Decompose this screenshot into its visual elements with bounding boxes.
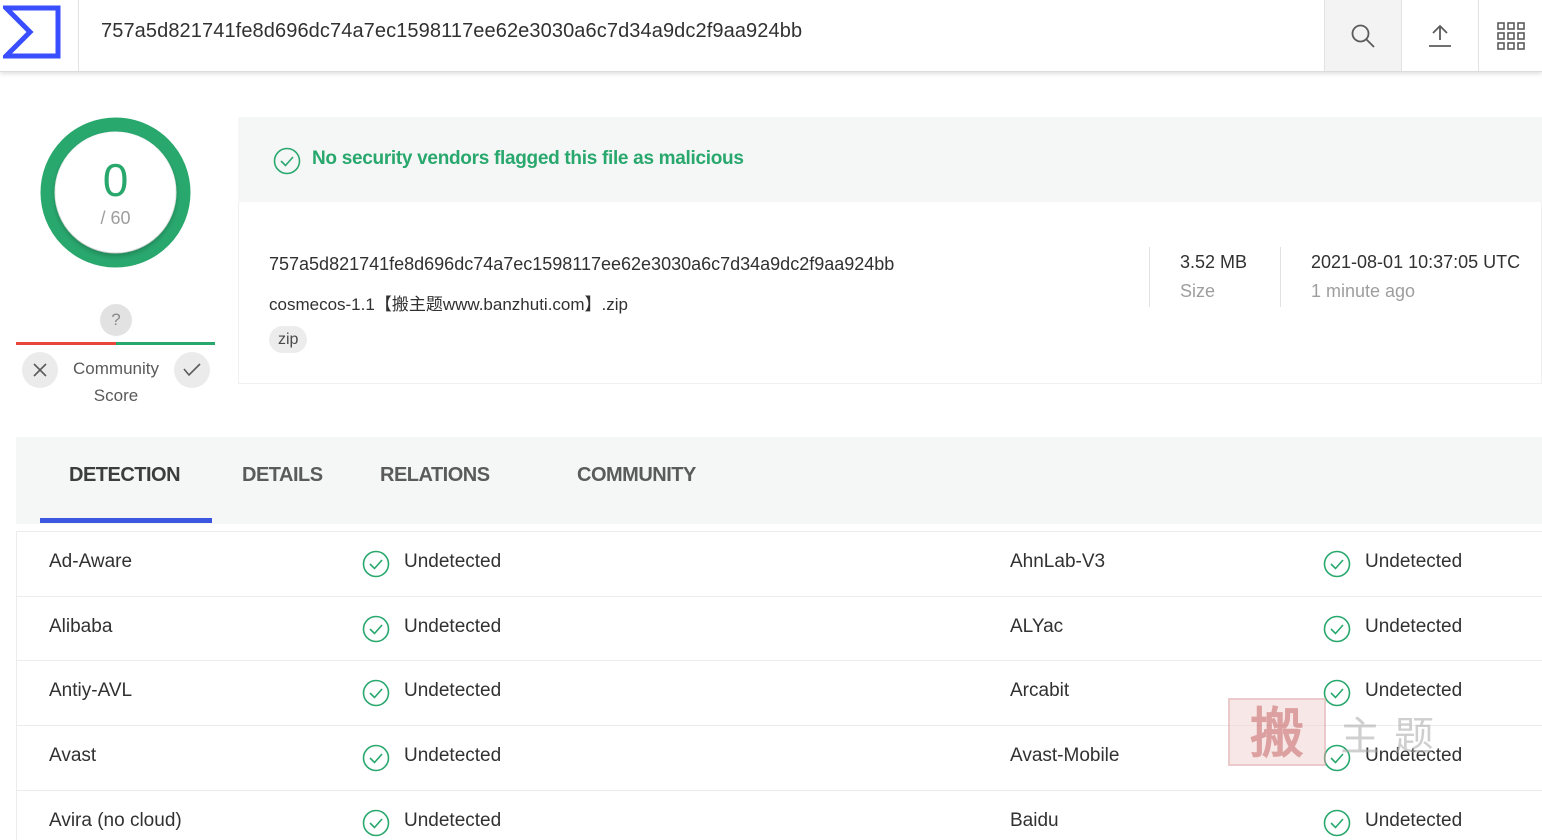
upload-button[interactable] xyxy=(1401,0,1478,71)
check-circle-icon xyxy=(362,809,390,840)
check-circle-icon xyxy=(362,744,390,777)
engine-result: Undetected xyxy=(404,810,502,831)
logo-link[interactable] xyxy=(0,0,79,71)
community-label-line2: Score xyxy=(93,386,139,405)
verdict-message: No security vendors flagged this file as… xyxy=(312,148,744,169)
apps-grid-icon xyxy=(1496,21,1525,50)
community-label-line1: Community xyxy=(73,359,159,378)
engine-name: Arcabit xyxy=(1010,680,1070,701)
scan-date-relative: 1 minute ago xyxy=(1311,281,1416,301)
tab-community[interactable]: COMMUNITY xyxy=(577,464,696,487)
check-circle-icon xyxy=(1323,744,1351,777)
table-row xyxy=(17,725,1542,789)
meta-divider xyxy=(1149,247,1150,307)
community-score-help[interactable]: ? xyxy=(100,304,132,336)
apps-menu-button[interactable] xyxy=(1478,0,1542,71)
engine-name: Baidu xyxy=(1010,810,1059,831)
table-row xyxy=(17,531,1542,595)
top-bar: 757a5d821741fe8d696dc74a7ec1598117ee62e3… xyxy=(0,0,1542,72)
engine-name: ALYac xyxy=(1010,616,1064,637)
tab-relations[interactable]: RELATIONS xyxy=(380,464,490,487)
tab-detection[interactable]: DETECTION xyxy=(69,464,181,487)
file-size-label: Size xyxy=(1180,281,1216,301)
engine-name: Avast xyxy=(49,745,97,766)
tab-details[interactable]: DETAILS xyxy=(242,464,323,487)
vote-harmless-button[interactable] xyxy=(174,352,210,388)
file-size-value: 3.52 MB xyxy=(1180,252,1248,272)
table-row xyxy=(17,660,1542,724)
search-input[interactable]: 757a5d821741fe8d696dc74a7ec1598117ee62e3… xyxy=(101,20,802,43)
engine-name: Avira (no cloud) xyxy=(49,810,182,831)
active-tab-indicator xyxy=(40,518,212,523)
table-row xyxy=(17,790,1542,840)
engine-result: Undetected xyxy=(404,680,502,701)
community-bar-positive xyxy=(116,342,215,345)
check-circle-icon xyxy=(1323,615,1351,648)
check-circle-icon xyxy=(1323,679,1351,712)
detection-total: / 60 xyxy=(100,208,131,228)
engine-name: Avast-Mobile xyxy=(1010,745,1120,766)
file-hash: 757a5d821741fe8d696dc74a7ec1598117ee62e3… xyxy=(269,254,895,274)
check-circle-icon xyxy=(1323,550,1351,583)
scan-date-value: 2021-08-01 10:37:05 UTC xyxy=(1311,252,1521,272)
close-icon xyxy=(33,363,47,377)
file-name: cosmecos-1.1【搬主题www.banzhuti.com】.zip xyxy=(269,295,629,314)
check-circle-icon xyxy=(362,679,390,712)
engine-result: Undetected xyxy=(1365,680,1463,701)
engine-result: Undetected xyxy=(404,551,502,572)
checkmark-icon xyxy=(183,363,201,377)
engine-result: Undetected xyxy=(404,745,502,766)
community-score-label: Community Score xyxy=(62,355,170,409)
engine-name: Alibaba xyxy=(49,616,113,637)
search-button[interactable] xyxy=(1324,0,1401,71)
table-row xyxy=(17,596,1542,660)
check-circle-icon xyxy=(362,550,390,583)
check-circle-icon xyxy=(1323,809,1351,840)
file-type-tag[interactable]: zip xyxy=(269,326,308,353)
check-circle-icon xyxy=(273,147,301,175)
check-circle-icon xyxy=(362,615,390,648)
engine-result: Undetected xyxy=(404,616,502,637)
upload-icon xyxy=(1429,24,1451,47)
engine-result: Undetected xyxy=(1365,551,1463,572)
search-icon xyxy=(1351,24,1375,48)
engine-result: Undetected xyxy=(1365,810,1463,831)
virustotal-logo-icon xyxy=(3,5,61,59)
vote-malicious-button[interactable] xyxy=(22,352,58,388)
engine-result: Undetected xyxy=(1365,745,1463,766)
meta-divider xyxy=(1280,247,1281,307)
engine-name: AhnLab-V3 xyxy=(1010,551,1106,572)
engine-name: Ad-Aware xyxy=(49,551,133,572)
detection-count: 0 xyxy=(102,154,129,206)
community-bar-negative xyxy=(16,342,116,345)
engine-result: Undetected xyxy=(1365,616,1463,637)
engine-name: Antiy-AVL xyxy=(49,680,133,701)
